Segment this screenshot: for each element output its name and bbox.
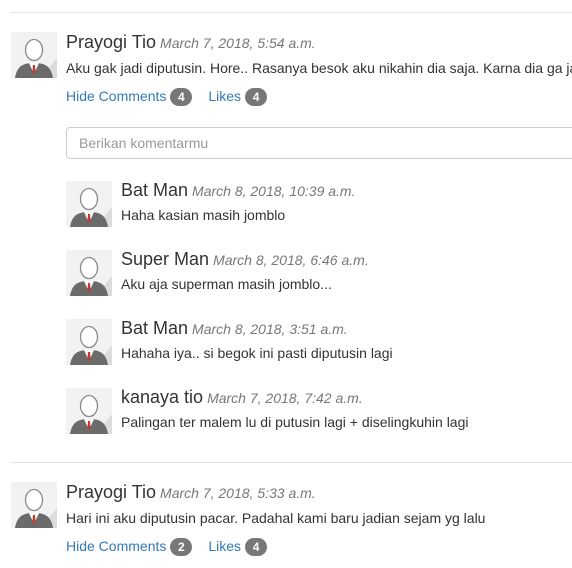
default-user-avatar-icon bbox=[66, 319, 112, 365]
default-user-avatar-icon bbox=[11, 32, 57, 78]
post-divider bbox=[10, 462, 572, 463]
post-timestamp: March 7, 2018, 5:33 a.m. bbox=[160, 485, 316, 501]
comment-text: Palingan ter malem lu di putusin lagi + … bbox=[121, 414, 469, 430]
default-user-avatar-icon bbox=[66, 181, 112, 227]
comment-author[interactable]: Super Man bbox=[121, 249, 209, 269]
likes-label: Likes bbox=[208, 88, 242, 104]
comment-author[interactable]: Bat Man bbox=[121, 180, 188, 200]
post-author[interactable]: Prayogi Tio bbox=[66, 32, 156, 52]
comment-author[interactable]: kanaya tio bbox=[121, 387, 203, 407]
hide-comments-link[interactable]: Hide Comments 2 bbox=[66, 538, 193, 557]
post-author[interactable]: Prayogi Tio bbox=[66, 482, 156, 502]
hide-comments-label: Hide Comments bbox=[66, 88, 167, 104]
hide-comments-link[interactable]: Hide Comments 4 bbox=[66, 88, 193, 107]
post-timestamp: March 7, 2018, 5:54 a.m. bbox=[160, 35, 316, 51]
top-divider bbox=[10, 12, 572, 13]
comment-author[interactable]: Bat Man bbox=[121, 318, 188, 338]
post-text: Hari ini aku diputusin pacar. Padahal ka… bbox=[66, 510, 486, 526]
likes-label: Likes bbox=[208, 538, 242, 554]
post-header: Prayogi Tio March 7, 2018, 5:33 a.m. bbox=[66, 482, 316, 503]
post-header: Prayogi Tio March 7, 2018, 5:54 a.m. bbox=[66, 32, 316, 53]
likes-link[interactable]: Likes 4 bbox=[208, 88, 268, 107]
comment-header: Bat Man March 8, 2018, 3:51 a.m. bbox=[121, 318, 348, 339]
comment-count-badge: 2 bbox=[170, 538, 193, 557]
comment-input[interactable] bbox=[66, 127, 572, 159]
comment-header: Super Man March 8, 2018, 6:46 a.m. bbox=[121, 249, 369, 270]
likes-count-badge: 4 bbox=[245, 538, 268, 557]
comment-header: Bat Man March 8, 2018, 10:39 a.m. bbox=[121, 180, 355, 201]
comment-timestamp: March 7, 2018, 7:42 a.m. bbox=[207, 390, 363, 406]
comment-text: Aku aja superman masih jomblo... bbox=[121, 276, 332, 292]
likes-count-badge: 4 bbox=[245, 88, 268, 107]
post-actions: Hide Comments 2 Likes 4 bbox=[66, 538, 268, 557]
comment-timestamp: March 8, 2018, 6:46 a.m. bbox=[213, 252, 369, 268]
comment-count-badge: 4 bbox=[170, 88, 193, 107]
post-text: Aku gak jadi diputusin. Hore.. Rasanya b… bbox=[66, 60, 572, 76]
comment-header: kanaya tio March 7, 2018, 7:42 a.m. bbox=[121, 387, 363, 408]
likes-link[interactable]: Likes 4 bbox=[208, 538, 268, 557]
post-actions: Hide Comments 4 Likes 4 bbox=[66, 88, 268, 107]
hide-comments-label: Hide Comments bbox=[66, 538, 167, 554]
comment-text: Hahaha iya.. si begok ini pasti diputusi… bbox=[121, 345, 393, 361]
comment-timestamp: March 8, 2018, 10:39 a.m. bbox=[192, 183, 356, 199]
comment-timestamp: March 8, 2018, 3:51 a.m. bbox=[192, 321, 348, 337]
default-user-avatar-icon bbox=[66, 388, 112, 434]
default-user-avatar-icon bbox=[66, 250, 112, 296]
comment-text: Haha kasian masih jomblo bbox=[121, 207, 286, 223]
default-user-avatar-icon bbox=[11, 482, 57, 528]
